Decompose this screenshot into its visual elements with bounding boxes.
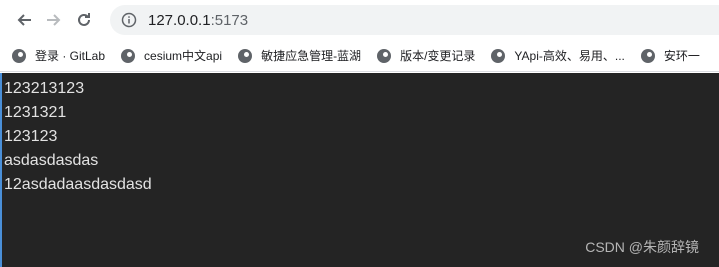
bookmark-anhuan[interactable]: 安环一: [633, 43, 708, 69]
bookmarks-bar: 登录 · GitLab cesium中文api 敏捷应急管理-蓝湖 版本/变更记…: [0, 40, 719, 72]
arrow-right-icon: [46, 12, 62, 28]
left-edge-bar: [0, 73, 2, 267]
address-bar[interactable]: 127.0.0.1:5173: [110, 5, 719, 35]
info-icon[interactable]: [120, 11, 138, 29]
globe-icon: [121, 48, 136, 63]
bookmark-changelog[interactable]: 版本/变更记录: [369, 43, 483, 69]
bookmark-gitlab[interactable]: 登录 · GitLab: [0, 43, 113, 69]
browser-window: 127.0.0.1:5173 登录 · GitLab cesium中文api 敏…: [0, 0, 719, 267]
reload-button[interactable]: [70, 6, 98, 34]
browser-toolbar: 127.0.0.1:5173: [0, 0, 719, 40]
text-line: 123123: [4, 128, 58, 145]
page-content: 123213123 1231321 123123 asdasdasdas 12a…: [0, 73, 719, 197]
globe-icon: [12, 48, 26, 63]
text-line: asdasdasdas: [4, 152, 99, 169]
arrow-left-icon: [16, 12, 32, 28]
reload-icon: [76, 12, 92, 28]
bookmark-lanhu[interactable]: 敏捷应急管理-蓝湖: [230, 43, 369, 69]
globe-icon: [491, 48, 506, 63]
back-button[interactable]: [10, 6, 38, 34]
text-line: 1231321: [4, 104, 67, 121]
bookmark-cesium-api[interactable]: cesium中文api: [113, 43, 230, 69]
forward-button[interactable]: [40, 6, 68, 34]
watermark: CSDN @朱颜辞镜: [585, 239, 699, 255]
text-line: 123213123: [4, 80, 85, 97]
globe-icon: [640, 48, 655, 63]
globe-icon: [238, 48, 253, 63]
page-viewport: 123213123 1231321 123123 asdasdasdas 12a…: [0, 73, 719, 267]
text-line: 12asdadaasdasdasd: [4, 176, 152, 193]
bookmark-yapi[interactable]: YApi-高效、易用、...: [483, 43, 632, 69]
globe-icon: [377, 48, 392, 63]
url-text: 127.0.0.1:5173: [148, 11, 249, 29]
